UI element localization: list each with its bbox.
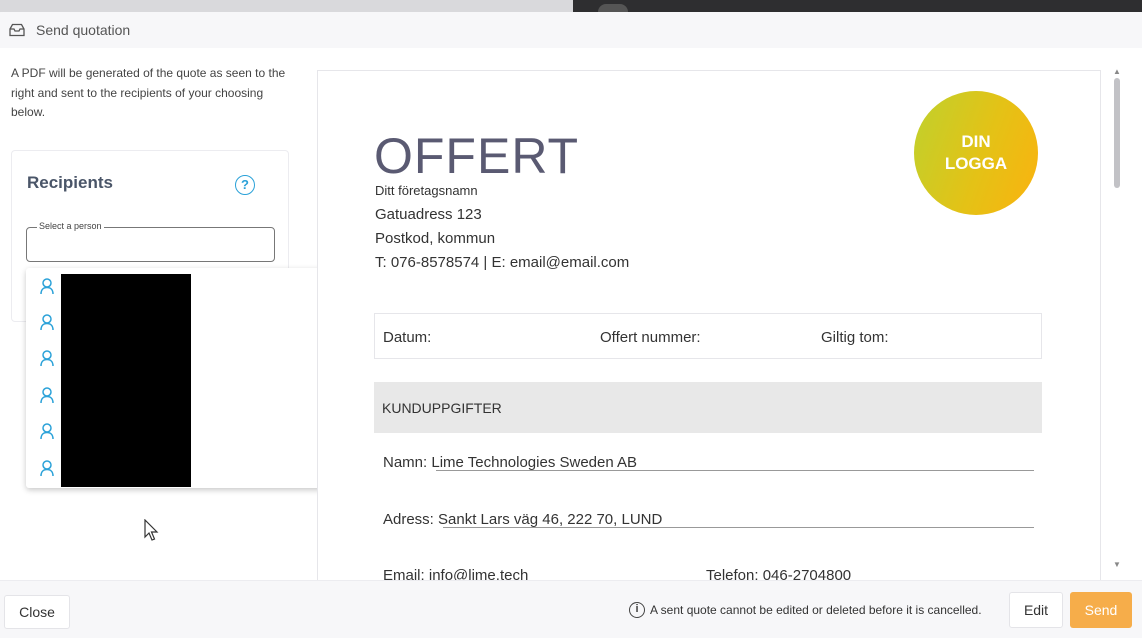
name-value: Lime Technologies Sweden AB [431, 454, 638, 471]
person-icon [40, 314, 54, 331]
select-person-label: Select a person [37, 221, 104, 231]
name-field: Namn: Lime Technologies Sweden AB [383, 454, 637, 471]
inbox-icon [9, 23, 25, 37]
scroll-down-arrow-icon[interactable]: ▼ [1113, 560, 1121, 569]
logo-line-2: LOGGA [944, 154, 1008, 173]
pdf-description: A PDF will be generated of the quote as … [11, 66, 286, 119]
name-label: Namn: [383, 454, 428, 471]
edit-button[interactable]: Edit [1009, 592, 1063, 628]
quote-preview: OFFERT Ditt företagsnamn Gatuadress 123 … [317, 70, 1101, 586]
help-icon[interactable]: ? [235, 175, 255, 195]
dialog-footer: Close i A sent quote cannot be edited or… [0, 580, 1142, 638]
offer-number-label: Offert nummer: [600, 329, 701, 346]
street-address: Gatuadress 123 [375, 206, 482, 223]
person-icon [40, 460, 54, 477]
dialog-title: Send quotation [36, 22, 131, 38]
address-field: Adress: Sankt Lars väg 46, 222 70, LUND [383, 511, 662, 528]
dialog-header: Send quotation [0, 12, 1142, 48]
person-icon [40, 278, 54, 295]
background-dark-area [573, 0, 1142, 12]
address-value: Sankt Lars väg 46, 222 70, LUND [438, 511, 663, 528]
address-label: Adress: [383, 511, 434, 528]
scroll-thumb[interactable] [1114, 78, 1120, 188]
scroll-up-arrow-icon[interactable]: ▲ [1113, 67, 1121, 76]
mouse-cursor-icon [144, 519, 159, 541]
close-button[interactable]: Close [4, 595, 70, 629]
date-label: Datum: [383, 329, 432, 346]
background-window-strip [0, 0, 1142, 20]
person-icon [40, 387, 54, 404]
postal-address: Postkod, kommun [375, 230, 496, 247]
address-underline [443, 527, 1034, 528]
send-quotation-dialog: Send quotation A PDF will be generated o… [0, 12, 1142, 638]
name-underline [436, 470, 1034, 471]
valid-until-label: Giltig tom: [821, 329, 889, 346]
customer-section-header: KUNDUPPGIFTER [374, 382, 1042, 433]
logo-line-1: DIN [961, 132, 991, 151]
quote-meta-box: Datum: Offert nummer: Giltig tom: [374, 313, 1042, 359]
info-message: A sent quote cannot be edited or deleted… [650, 603, 982, 617]
person-icon [40, 350, 54, 367]
send-button[interactable]: Send [1070, 592, 1132, 628]
select-person-input[interactable]: Select a person [26, 221, 275, 262]
info-icon: i [629, 602, 645, 618]
redacted-names [61, 274, 191, 487]
person-icon [40, 423, 54, 440]
customer-section-title: KUNDUPPGIFTER [382, 400, 502, 416]
company-name: Ditt företagsnamn [375, 183, 478, 198]
recipients-title: Recipients [27, 173, 113, 192]
offert-heading: OFFERT [374, 128, 580, 184]
logo-placeholder: DIN LOGGA [914, 91, 1038, 215]
contact-line: T: 076-8578574 | E: email@email.com [375, 254, 630, 271]
preview-scrollbar[interactable]: ▲ ▼ [1108, 67, 1126, 580]
